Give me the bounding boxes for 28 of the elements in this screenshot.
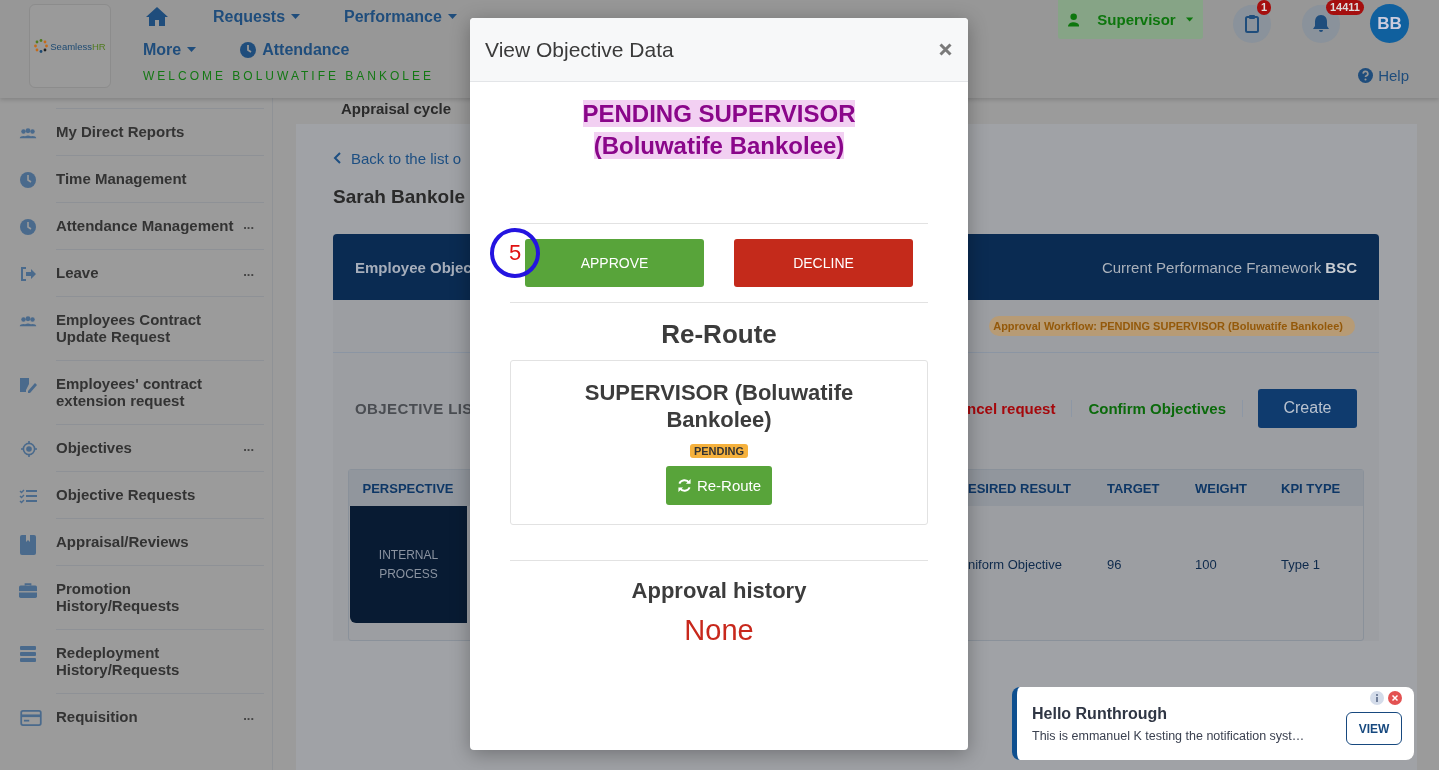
table-cell-text: niform Objective [968,557,1063,572]
welcome-text: WELCOME BOLUWATIFE BANKOLEE [143,69,435,83]
perspective-cell: INTERNAL PROCESS [350,506,467,623]
column-header: PERSPECTIVE [361,480,455,496]
approver-name: SUPERVISOR (Boluwatife Bankolee) [583,379,855,433]
step-marker: 5 [490,228,540,278]
employee-name: Sarah Bankole [333,186,466,208]
modal-title: View Objective Data [485,37,674,62]
workflow-status-pill: Approval Workflow: PENDING SUPERVISOR (Boluwatife Bankolee) [989,316,1355,336]
column-header: TARGET [1107,480,1161,496]
section-heading: Approval history [631,578,807,604]
table-cell-text: Type 1 [1281,557,1322,572]
table-cell-text: 96 [1107,557,1123,572]
count-badge: 1 [1257,0,1272,15]
section-heading: Re-Route [661,319,777,350]
status-badge: PENDING [689,444,749,458]
section-label: Appraisal cycle [341,100,452,119]
toast-message: This is emmanuel K testing the notification syst… [1032,728,1305,743]
table-cell-text: 100 [1195,557,1218,572]
column-header: ESIRED RESULT [968,480,1073,496]
column-header: KPI TYPE [1281,480,1342,496]
history-empty-text: None [684,614,754,647]
column-header: WEIGHT [1195,480,1248,496]
card-title: Employee Objec [355,258,472,276]
framework-label: Current Performance Framework BSC [1101,258,1357,276]
approval-status: PENDING SUPERVISOR (Boluwatife Bankolee) [581,99,857,161]
count-badge: 14411 [1326,0,1364,15]
toast-title: Hello Runthrough [1032,704,1169,723]
